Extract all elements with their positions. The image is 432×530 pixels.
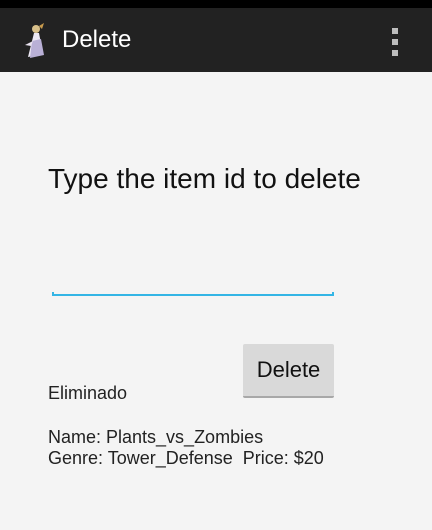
delete-prompt: Type the item id to delete	[48, 163, 361, 194]
deleted-item-info: Name: Plants_vs_Zombies Genre: Tower_Defe…	[48, 427, 324, 469]
input-underline	[52, 292, 334, 296]
item-genre-price-line: Genre: Tower_Defense Price: $20	[48, 448, 324, 468]
content-area: Type the item id to delete Delete Elimin…	[0, 72, 432, 530]
app-character-icon[interactable]	[20, 21, 50, 61]
item-name-line: Name: Plants_vs_Zombies	[48, 427, 264, 447]
action-bar: Delete	[0, 8, 432, 72]
overflow-menu-icon[interactable]	[384, 22, 408, 62]
delete-button[interactable]: Delete	[243, 344, 334, 398]
status-bar	[0, 0, 432, 8]
status-text: Eliminado	[48, 383, 128, 403]
action-bar-title: Delete	[62, 26, 132, 53]
